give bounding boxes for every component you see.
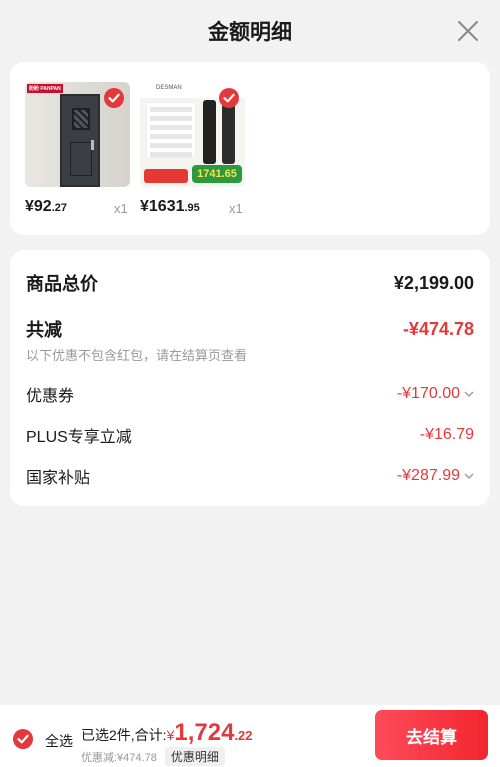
checked-icon[interactable] — [104, 88, 124, 108]
total-price-row: 商品总价 ¥2,199.00 — [26, 270, 474, 296]
promo-banner — [146, 102, 196, 158]
selected-total: 已选2件,合计: ¥ 1,724 .22 — [81, 719, 253, 747]
total-reduce-row: 共减 -¥474.78 — [26, 316, 474, 342]
product-image-lock[interactable]: DESMAN 1741.65 — [140, 82, 245, 187]
modal-title: 金额明细 — [208, 21, 292, 44]
price-summary-card: 商品总价 ¥2,199.00 共减 -¥474.78 以下优惠不包含红包，请在结… — [10, 250, 490, 506]
discount-detail-button[interactable]: 优惠明细 — [164, 747, 225, 766]
chevron-down-icon[interactable] — [464, 390, 474, 398]
discount-note: 以下优惠不包含红包，请在结算页查看 — [26, 348, 248, 363]
coupon-value[interactable]: -¥170.00 — [397, 385, 474, 403]
product-qty: x1 — [114, 201, 128, 216]
chevron-down-icon[interactable] — [464, 472, 474, 480]
subsidy-label: 国家补贴 — [26, 470, 91, 487]
coupon-label: 优惠券 — [26, 388, 75, 405]
discount-amount-text: 优惠减:¥474.78 — [81, 751, 157, 764]
product-price: ¥92.27 — [25, 198, 67, 215]
product-qty: x1 — [229, 201, 243, 216]
product-price-row: ¥1631.95 x1 — [140, 198, 270, 218]
modal-header: 金额明细 — [0, 0, 500, 62]
product-item-door[interactable]: 盼盼 PANPAN ¥92.27 x1 — [25, 82, 155, 218]
checkout-button[interactable]: 去结算 — [375, 710, 488, 760]
plus-discount-value: -¥16.79 — [419, 426, 474, 443]
selected-count-text: 已选2件,合计: — [81, 727, 167, 743]
total-amount-int: 1,724 — [174, 719, 235, 746]
product-price: ¥1631.95 — [140, 198, 200, 215]
subsidy-value[interactable]: -¥287.99 — [397, 467, 474, 485]
select-all-label[interactable]: 全选 — [45, 731, 73, 751]
plus-discount-label: PLUS专享立减 — [26, 429, 132, 446]
plus-discount-row: PLUS专享立减 -¥16.79 — [26, 423, 474, 447]
product-image-door[interactable]: 盼盼 PANPAN — [25, 82, 130, 187]
close-icon[interactable] — [456, 19, 480, 43]
subsidy-row[interactable]: 国家补贴 -¥287.99 — [26, 464, 474, 488]
total-amount-dec: .22 — [234, 728, 253, 743]
total-reduce-label: 共减 — [26, 320, 62, 340]
coupon-row[interactable]: 优惠券 -¥170.00 — [26, 382, 474, 406]
door-illustration — [60, 94, 100, 187]
lock-illustration — [222, 104, 235, 164]
discount-line: 优惠减:¥474.78 优惠明细 — [81, 747, 225, 766]
total-price-label: 商品总价 — [26, 274, 98, 294]
promo-price-badge: 1741.65 — [192, 165, 242, 183]
promo-tag — [144, 169, 188, 183]
total-reduce-value: -¥474.78 — [402, 318, 474, 339]
product-item-lock[interactable]: DESMAN 1741.65 ¥1631.95 x1 — [140, 82, 270, 218]
lock-illustration — [203, 100, 216, 164]
brand-logo: 盼盼 PANPAN — [27, 84, 63, 93]
product-list-card: 盼盼 PANPAN ¥92.27 x1 DESMAN 1741.65 ¥1631… — [10, 62, 490, 235]
select-all-checkbox-icon[interactable] — [13, 729, 33, 749]
checkout-bar: 全选 已选2件,合计: ¥ 1,724 .22 优惠减:¥474.78 优惠明细… — [0, 705, 500, 767]
currency-symbol: ¥ — [166, 727, 175, 743]
checked-icon[interactable] — [219, 88, 239, 108]
product-price-row: ¥92.27 x1 — [25, 198, 155, 218]
total-price-value: ¥2,199.00 — [393, 272, 474, 293]
